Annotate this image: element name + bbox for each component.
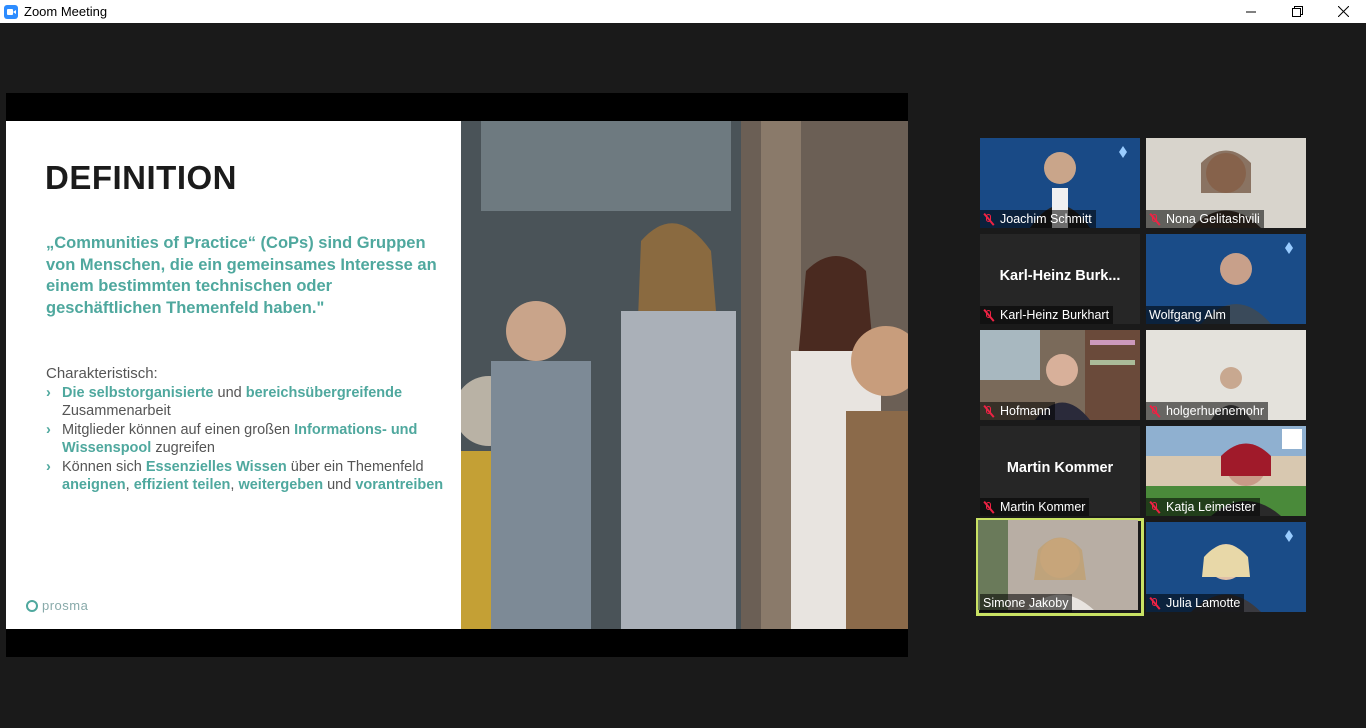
participant-name-label: Hofmann — [980, 402, 1055, 420]
office-people-image — [461, 121, 908, 629]
mic-muted-icon — [983, 501, 995, 514]
close-button[interactable] — [1320, 0, 1366, 23]
mic-muted-icon — [1149, 597, 1161, 610]
zoom-camera-icon — [4, 4, 18, 19]
participant-name-label: Karl-Heinz Burkhart — [980, 306, 1114, 324]
mic-muted-icon — [983, 309, 995, 322]
mic-muted-icon — [983, 213, 995, 226]
participant-tile[interactable]: Julia Lamotte — [1146, 522, 1306, 612]
participant-name-label: Wolfgang Alm — [1146, 306, 1230, 324]
window-title: Zoom Meeting — [24, 4, 108, 19]
tu-logo-icon — [1285, 242, 1293, 254]
participant-display-name: Karl-Heinz Burk... — [999, 268, 1121, 284]
participant-tile[interactable]: Wolfgang Alm — [1146, 234, 1306, 324]
participant-tile[interactable]: Martin Kommer Martin Kommer — [980, 426, 1140, 516]
mic-muted-icon — [1149, 501, 1161, 514]
chevron-right-icon: › — [46, 385, 51, 401]
restore-icon — [1291, 6, 1303, 17]
restore-button[interactable] — [1274, 0, 1320, 23]
list-item: › Die selbstorganisierte und bereichsüber… — [46, 385, 403, 419]
list-item: › Können sich Essenzielles Wissen über ei… — [46, 459, 444, 493]
characteristic-heading: Charakteristisch: — [46, 365, 158, 382]
participant-name-label: holgerhuenemohr — [1146, 402, 1268, 420]
participant-display-name: Martin Kommer — [1006, 460, 1114, 476]
mic-muted-icon — [983, 405, 995, 418]
participant-name-label: Nona Gelitashvili — [1146, 210, 1264, 228]
mic-muted-icon — [1149, 213, 1161, 226]
mic-muted-icon — [1149, 405, 1161, 418]
participant-name-label: Simone Jakoby — [980, 594, 1073, 612]
list-item: › Mitglieder können auf einen großen Info… — [46, 422, 418, 456]
title-bar: Zoom Meeting — [0, 0, 1366, 23]
chevron-right-icon: › — [46, 422, 51, 438]
tu-logo-icon — [1285, 530, 1293, 542]
tu-logo-icon — [1119, 146, 1127, 158]
participant-tile[interactable]: holgerhuenemohr — [1146, 330, 1306, 420]
participant-tile[interactable]: Hofmann — [980, 330, 1140, 420]
chevron-right-icon: › — [46, 459, 51, 475]
bullet-list: › Die selbstorganisierte und bereichsüber… — [46, 384, 456, 495]
minimize-icon — [1246, 11, 1256, 12]
prosma-logo-icon — [26, 599, 38, 612]
slide-photo — [461, 121, 908, 629]
prosma-logo: prosma — [26, 598, 88, 613]
slide-text-panel: DEFINITION „Communities of Practice“ (Co… — [6, 121, 461, 629]
presentation-slide: DEFINITION „Communities of Practice“ (Co… — [6, 121, 908, 629]
participant-tile[interactable]: Katja Leimeister — [1146, 426, 1306, 516]
participant-tile-active-speaker[interactable]: Simone Jakoby — [976, 518, 1144, 616]
close-icon — [1337, 6, 1349, 17]
participant-name-label: Martin Kommer — [980, 498, 1090, 516]
participant-name-label: Katja Leimeister — [1146, 498, 1260, 516]
minimize-button[interactable] — [1228, 0, 1274, 23]
participant-tile[interactable]: Joachim Schmitt — [980, 138, 1140, 228]
slide-title: DEFINITION — [45, 159, 237, 196]
participant-tile[interactable]: Karl-Heinz Burk... Karl-Heinz Burkhart — [980, 234, 1140, 324]
slide-quote: „Communities of Practice“ (CoPs) sind Gr… — [46, 234, 437, 317]
participant-name-label: Julia Lamotte — [1146, 594, 1245, 612]
window-controls — [1228, 0, 1366, 23]
participant-name-label: Joachim Schmitt — [980, 210, 1096, 228]
participant-tile[interactable]: Nona Gelitashvili — [1146, 138, 1306, 228]
